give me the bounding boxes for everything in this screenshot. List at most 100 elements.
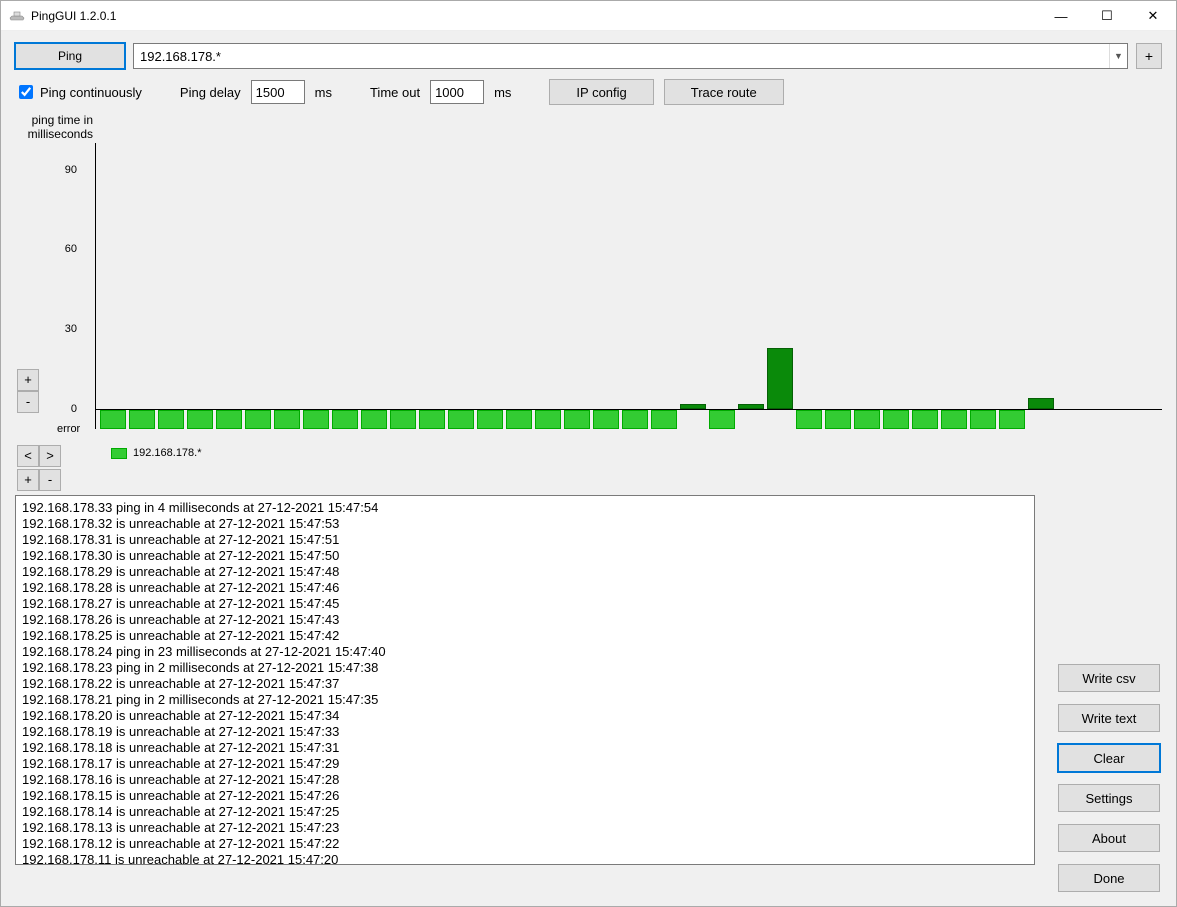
done-button[interactable]: Done xyxy=(1058,864,1160,892)
zoom-y-out-button[interactable]: - xyxy=(17,391,39,413)
log-line: 192.168.178.15 is unreachable at 27-12-2… xyxy=(22,788,1028,804)
bar xyxy=(419,410,445,429)
log-line: 192.168.178.21 ping in 2 milliseconds at… xyxy=(22,692,1028,708)
ping-delay-label: Ping delay xyxy=(180,85,241,100)
ping-button[interactable]: Ping xyxy=(15,43,125,69)
nav-controls: < > xyxy=(17,445,61,467)
log-line: 192.168.178.11 is unreachable at 27-12-2… xyxy=(22,852,1028,865)
legend-label: 192.168.178.* xyxy=(133,447,202,459)
minimize-button[interactable]: — xyxy=(1038,1,1084,31)
clear-button[interactable]: Clear xyxy=(1058,744,1160,772)
trace-route-button[interactable]: Trace route xyxy=(664,79,784,105)
nav-right-button[interactable]: > xyxy=(39,445,61,467)
window-title: PingGUI 1.2.0.1 xyxy=(31,9,116,23)
log-line: 192.168.178.17 is unreachable at 27-12-2… xyxy=(22,756,1028,772)
bar xyxy=(361,410,387,429)
ping-continuously-label: Ping continuously xyxy=(40,85,142,100)
bar xyxy=(158,410,184,429)
bar xyxy=(593,410,619,429)
bar xyxy=(477,410,503,429)
ping-continuously-checkbox[interactable]: Ping continuously xyxy=(15,82,142,102)
bar xyxy=(1028,398,1054,409)
chart-area: ping time in milliseconds 0306090 error … xyxy=(15,113,1162,491)
zoom-x-out-button[interactable]: - xyxy=(39,469,61,491)
log-line: 192.168.178.31 is unreachable at 27-12-2… xyxy=(22,532,1028,548)
bar xyxy=(767,348,793,409)
bar xyxy=(448,410,474,429)
log-line: 192.168.178.23 ping in 2 milliseconds at… xyxy=(22,660,1028,676)
error-label: error xyxy=(57,423,80,435)
bar xyxy=(941,410,967,429)
ip-config-button[interactable]: IP config xyxy=(549,79,653,105)
log-line: 192.168.178.18 is unreachable at 27-12-2… xyxy=(22,740,1028,756)
bar xyxy=(738,404,764,409)
log-line: 192.168.178.19 is unreachable at 27-12-2… xyxy=(22,724,1028,740)
log-line: 192.168.178.29 is unreachable at 27-12-2… xyxy=(22,564,1028,580)
y-tick: 30 xyxy=(15,323,77,335)
bar xyxy=(622,410,648,429)
bar xyxy=(854,410,880,429)
log-line: 192.168.178.26 is unreachable at 27-12-2… xyxy=(22,612,1028,628)
bar xyxy=(332,410,358,429)
options-row: Ping continuously Ping delay ms Time out… xyxy=(15,79,1162,105)
bar xyxy=(216,410,242,429)
settings-button[interactable]: Settings xyxy=(1058,784,1160,812)
log-box[interactable]: 192.168.178.33 ping in 4 milliseconds at… xyxy=(15,495,1035,865)
bar xyxy=(390,410,416,429)
address-row: Ping ▼ + xyxy=(15,43,1162,69)
write-csv-button[interactable]: Write csv xyxy=(1058,664,1160,692)
zoom-y-in-button[interactable]: + xyxy=(17,369,39,391)
app-window: PingGUI 1.2.0.1 — ☐ ✕ Ping ▼ + Ping cont… xyxy=(0,0,1177,907)
bar xyxy=(680,404,706,409)
about-button[interactable]: About xyxy=(1058,824,1160,852)
log-line: 192.168.178.13 is unreachable at 27-12-2… xyxy=(22,820,1028,836)
window-controls: — ☐ ✕ xyxy=(1038,1,1176,30)
log-wrap: 192.168.178.33 ping in 4 milliseconds at… xyxy=(15,495,1162,865)
log-line: 192.168.178.24 ping in 23 milliseconds a… xyxy=(22,644,1028,660)
close-button[interactable]: ✕ xyxy=(1130,1,1176,31)
bar xyxy=(883,410,909,429)
titlebar: PingGUI 1.2.0.1 — ☐ ✕ xyxy=(1,1,1176,31)
chart-plot xyxy=(95,143,1162,429)
bar xyxy=(796,410,822,429)
log-line: 192.168.178.33 ping in 4 milliseconds at… xyxy=(22,500,1028,516)
nav-left-button[interactable]: < xyxy=(17,445,39,467)
bar xyxy=(187,410,213,429)
legend: 192.168.178.* xyxy=(111,447,202,459)
bar xyxy=(100,410,126,429)
address-input[interactable] xyxy=(133,43,1128,69)
timeout-label: Time out xyxy=(370,85,420,100)
timeout-input[interactable] xyxy=(430,80,484,104)
add-address-button[interactable]: + xyxy=(1136,43,1162,69)
maximize-button[interactable]: ☐ xyxy=(1084,1,1130,31)
write-text-button[interactable]: Write text xyxy=(1058,704,1160,732)
log-line: 192.168.178.27 is unreachable at 27-12-2… xyxy=(22,596,1028,612)
ping-delay-input[interactable] xyxy=(251,80,305,104)
log-line: 192.168.178.22 is unreachable at 27-12-2… xyxy=(22,676,1028,692)
action-buttons: Write csv Write text Clear Settings Abou… xyxy=(1058,664,1160,892)
zoom-x-in-button[interactable]: + xyxy=(17,469,39,491)
bar xyxy=(506,410,532,429)
y-axis-title: ping time in milliseconds xyxy=(15,113,93,141)
app-icon xyxy=(9,10,25,22)
address-dropdown-icon[interactable]: ▼ xyxy=(1109,44,1127,68)
ping-continuously-input[interactable] xyxy=(19,85,33,99)
log-line: 192.168.178.25 is unreachable at 27-12-2… xyxy=(22,628,1028,644)
log-line: 192.168.178.14 is unreachable at 27-12-2… xyxy=(22,804,1028,820)
bar xyxy=(245,410,271,429)
client-area: Ping ▼ + Ping continuously Ping delay ms… xyxy=(1,31,1176,877)
log-line: 192.168.178.28 is unreachable at 27-12-2… xyxy=(22,580,1028,596)
timeout-unit: ms xyxy=(494,85,511,100)
log-line: 192.168.178.30 is unreachable at 27-12-2… xyxy=(22,548,1028,564)
y-tick: 90 xyxy=(15,164,77,176)
bar xyxy=(970,410,996,429)
bar xyxy=(129,410,155,429)
ping-delay-unit: ms xyxy=(315,85,332,100)
log-line: 192.168.178.16 is unreachable at 27-12-2… xyxy=(22,772,1028,788)
bar xyxy=(274,410,300,429)
bar xyxy=(564,410,590,429)
bar xyxy=(709,410,735,429)
bar xyxy=(999,410,1025,429)
log-line: 192.168.178.12 is unreachable at 27-12-2… xyxy=(22,836,1028,852)
bar xyxy=(303,410,329,429)
